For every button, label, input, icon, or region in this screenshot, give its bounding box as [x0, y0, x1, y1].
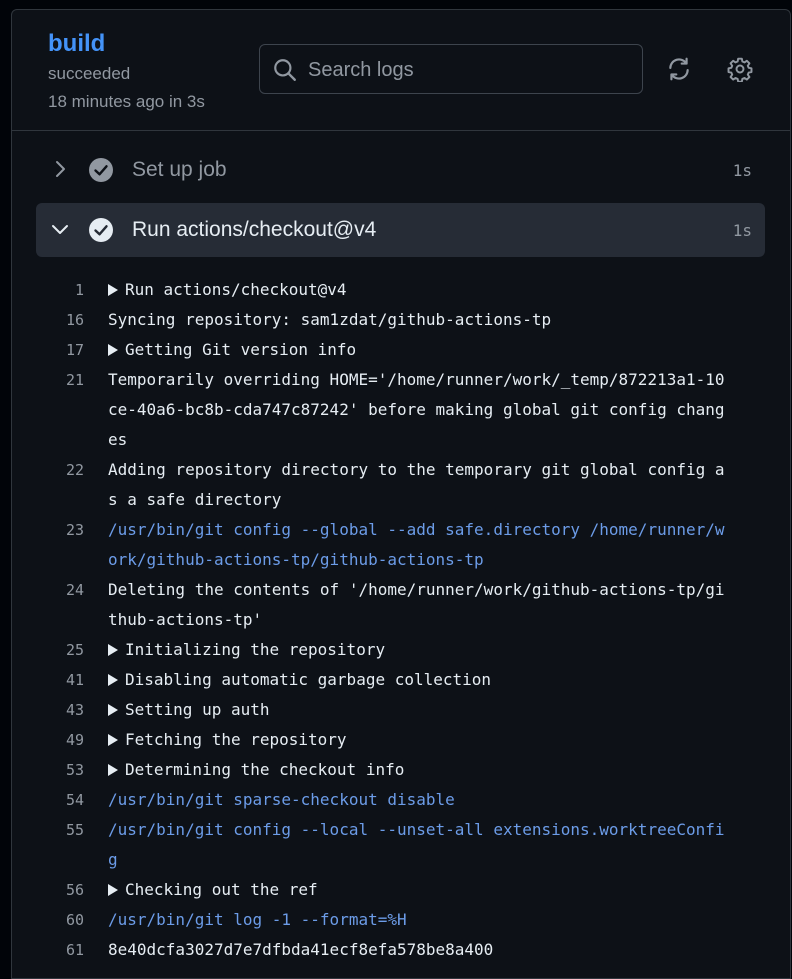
triangle-right-icon[interactable]	[108, 284, 118, 296]
refresh-icon	[669, 57, 689, 81]
triangle-right-icon[interactable]	[108, 734, 118, 746]
job-title[interactable]: build	[48, 30, 105, 58]
log-text: /usr/bin/git log -1 --format=%H	[108, 910, 407, 929]
log-group-label: Run actions/checkout@v4	[125, 280, 347, 299]
line-number[interactable]: 41	[12, 665, 108, 695]
job-status: succeeded	[48, 64, 131, 83]
triangle-right-icon[interactable]	[108, 884, 118, 896]
job-time: 18 minutes ago in 3s	[48, 92, 205, 111]
line-number[interactable]: 1	[12, 275, 108, 305]
log-text: Adding repository directory to the tempo…	[108, 460, 725, 509]
search-icon	[274, 59, 296, 81]
line-number[interactable]: 21	[12, 365, 108, 455]
log-text: Getting Git version info	[108, 335, 728, 365]
log-line: 21 Temporarily overriding HOME='/home/run…	[12, 365, 790, 455]
search-logs-input[interactable]	[306, 54, 630, 86]
line-number[interactable]: 25	[12, 635, 108, 665]
triangle-right-icon[interactable]	[108, 764, 118, 776]
log-text: /usr/bin/git config --local --unset-all …	[108, 820, 725, 869]
log-group-label: Disabling automatic garbage collection	[125, 670, 492, 689]
log-group-label: Fetching the repository	[125, 730, 347, 749]
job-header: build succeeded 18 minutes ago in 3s	[12, 10, 790, 131]
log-text: Syncing repository: sam1zdat/github-acti…	[108, 310, 552, 329]
log-text: Fetching the repository	[108, 725, 728, 755]
log-line: 54/usr/bin/git sparse-checkout disable	[12, 785, 790, 815]
step-name: Run actions/checkout@v4	[132, 218, 377, 241]
log-group-label: Getting Git version info	[125, 340, 357, 359]
refresh-button[interactable]	[662, 52, 696, 86]
log-line: 16 Syncing repository: sam1zdat/github-ac…	[12, 305, 790, 335]
log-text: Disabling automatic garbage collection	[108, 665, 728, 695]
line-number[interactable]: 23	[12, 515, 108, 575]
line-number[interactable]: 22	[12, 455, 108, 515]
line-number[interactable]: 16	[12, 305, 108, 335]
step-duration: 1s	[732, 221, 752, 240]
log-line: 22 Adding repository directory to the tem…	[12, 455, 790, 515]
log-group-line[interactable]: 17 Getting Git version info	[12, 335, 790, 365]
log-text: 8e40dcfa3027d7e7dfbda41ecf8efa578be8a400	[108, 940, 494, 959]
log-group-label: Initializing the repository	[125, 640, 386, 659]
gear-icon	[727, 57, 753, 82]
log-group-line[interactable]: 56 Checking out the ref	[12, 875, 790, 905]
search-logs-box[interactable]	[259, 44, 643, 94]
log-group-label: Setting up auth	[125, 700, 270, 719]
line-number[interactable]: 60	[12, 905, 108, 935]
chevron-down-icon	[52, 225, 68, 234]
log-group-line[interactable]: 43 Setting up auth	[12, 695, 790, 725]
step-name: Set up job	[132, 158, 227, 181]
line-number[interactable]: 56	[12, 875, 108, 905]
line-number[interactable]: 54	[12, 785, 108, 815]
line-number[interactable]: 17	[12, 335, 108, 365]
settings-button[interactable]	[723, 52, 757, 86]
log-text: Initializing the repository	[108, 635, 728, 665]
triangle-right-icon[interactable]	[108, 644, 118, 656]
line-number[interactable]: 24	[12, 575, 108, 635]
check-circle-icon	[89, 218, 113, 242]
log-output: 1 Run actions/checkout@v4 16 Syncing reposi…	[12, 275, 790, 965]
log-text: /usr/bin/git config --global --add safe.…	[108, 520, 725, 569]
line-number[interactable]: 55	[12, 815, 108, 875]
log-line: 24 Deleting the contents of '/home/runner…	[12, 575, 790, 635]
step-set-up-job[interactable]: Set up job 1s	[36, 143, 765, 197]
log-line: 61 8e40dcfa3027d7e7dfbda41ecf8efa578be8a4…	[12, 935, 790, 965]
log-text: Run actions/checkout@v4	[108, 275, 728, 305]
line-number[interactable]: 43	[12, 695, 108, 725]
log-group-line[interactable]: 1 Run actions/checkout@v4	[12, 275, 790, 305]
log-group-label: Determining the checkout info	[125, 760, 405, 779]
triangle-right-icon[interactable]	[108, 344, 118, 356]
step-duration: 1s	[732, 161, 752, 180]
job-log-panel: build succeeded 18 minutes ago in 3s Sea…	[11, 9, 791, 979]
triangle-right-icon[interactable]	[108, 704, 118, 716]
log-text: /usr/bin/git sparse-checkout disable	[108, 790, 455, 809]
log-line: 55/usr/bin/git config --local --unset-al…	[12, 815, 790, 875]
line-number[interactable]: 49	[12, 725, 108, 755]
log-group-line[interactable]: 49 Fetching the repository	[12, 725, 790, 755]
chevron-right-icon	[56, 161, 65, 177]
log-group-line[interactable]: 41 Disabling automatic garbage collection	[12, 665, 790, 695]
log-text: Determining the checkout info	[108, 755, 728, 785]
log-text: Deleting the contents of '/home/runner/w…	[108, 580, 725, 629]
line-number[interactable]: 53	[12, 755, 108, 785]
step-run-checkout[interactable]: Run actions/checkout@v4 1s	[36, 203, 765, 257]
check-circle-icon	[89, 158, 113, 182]
log-text: Checking out the ref	[108, 875, 728, 905]
log-group-line[interactable]: 53 Determining the checkout info	[12, 755, 790, 785]
log-text: Setting up auth	[108, 695, 728, 725]
triangle-right-icon[interactable]	[108, 674, 118, 686]
log-line: 60/usr/bin/git log -1 --format=%H	[12, 905, 790, 935]
line-number[interactable]: 61	[12, 935, 108, 965]
log-group-line[interactable]: 25 Initializing the repository	[12, 635, 790, 665]
log-group-label: Checking out the ref	[125, 880, 318, 899]
log-text: Temporarily overriding HOME='/home/runne…	[108, 370, 725, 449]
log-line: 23/usr/bin/git config --global --add saf…	[12, 515, 790, 575]
